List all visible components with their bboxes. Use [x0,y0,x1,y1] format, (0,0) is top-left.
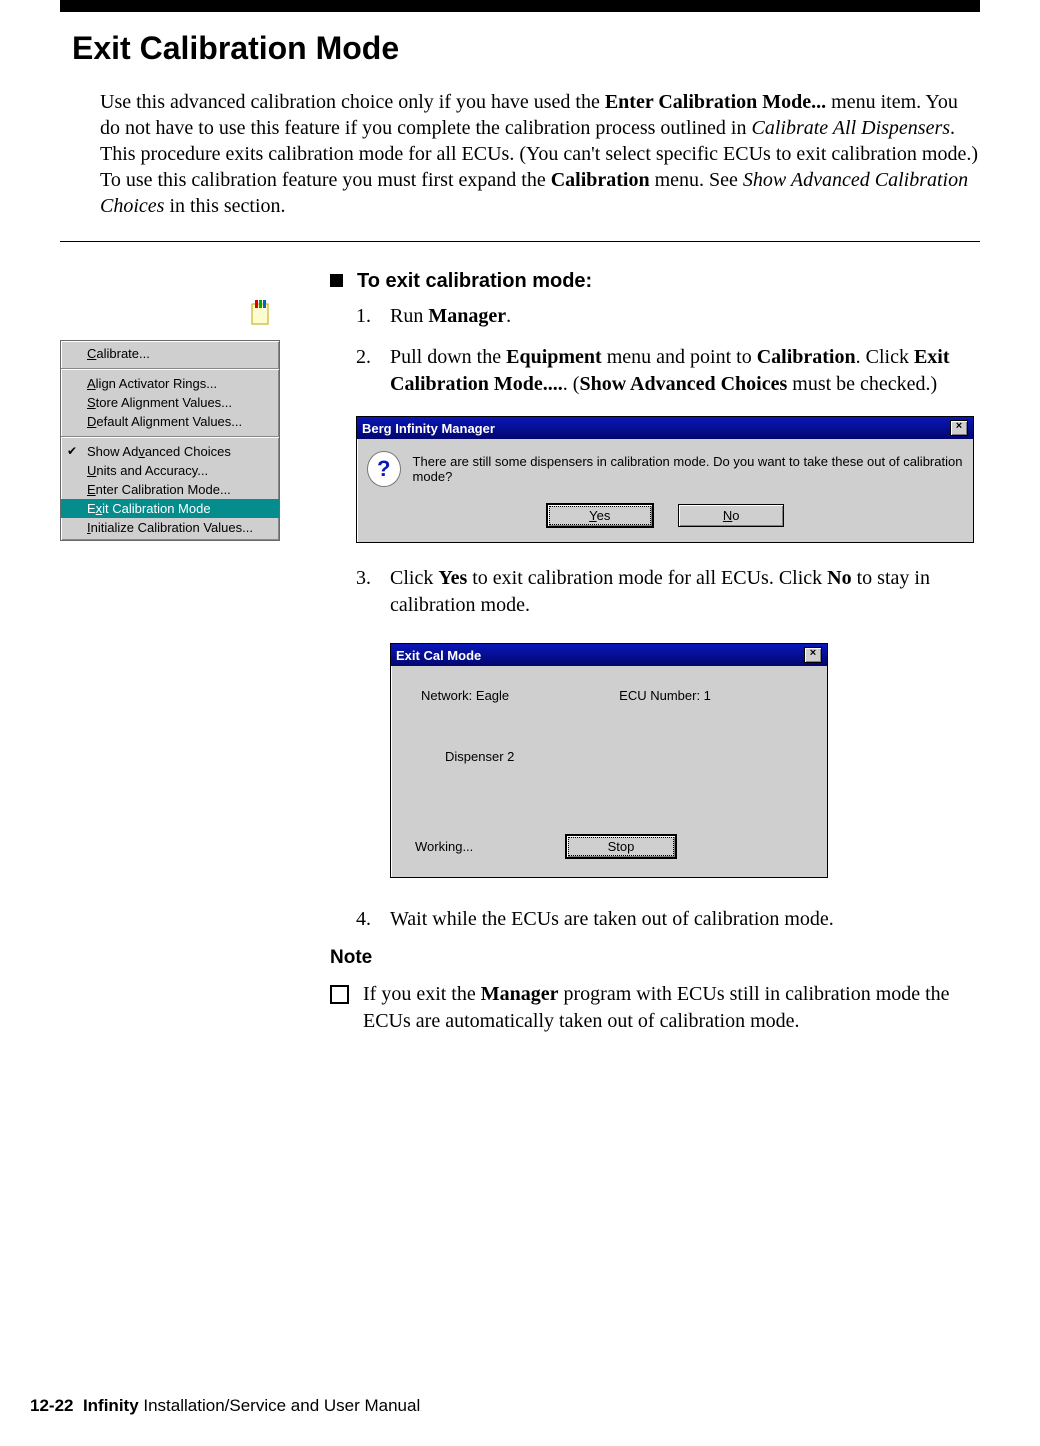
page-footer: 12-22 Infinity Installation/Service and … [30,1396,420,1416]
step-4: 4. Wait while the ECUs are taken out of … [356,906,980,933]
exit-cal-mode-dialog: Exit Cal Mode × Network: Eagle ECU Numbe… [390,643,828,878]
right-column: To exit calibration mode: 1. Run Manager… [330,270,980,1035]
dialog-message: There are still some dispensers in calib… [413,454,963,484]
check-icon: ✔ [67,444,77,458]
menu-item-initialize-calibration-values[interactable]: Initialize Calibration Values... [61,518,279,537]
step-3: 3. Click Yes to exit calibration mode fo… [356,565,980,619]
intro-text: menu. See [650,169,743,191]
step-number: 1. [356,303,376,330]
question-icon: ? [367,451,401,487]
calibration-menu: Calibrate... Align Activator Rings... St… [60,340,280,541]
dialog-title: Exit Cal Mode [396,648,481,663]
step-2: 2. Pull down the Equipment menu and poin… [356,344,980,398]
menu-item-store-alignment-values[interactable]: Store Alignment Values... [61,393,279,412]
stop-button[interactable]: Stop [565,834,677,859]
confirm-dialog: Berg Infinity Manager × ? There are stil… [356,416,974,543]
menu-item-units-and-accuracy[interactable]: Units and Accuracy... [61,461,279,480]
dispenser-label: Dispenser 2 [445,749,809,764]
procedure-heading: To exit calibration mode: [330,270,980,293]
close-button[interactable]: × [950,420,968,436]
intro-bold: Enter Calibration Mode... [605,91,826,113]
square-bullet-icon [330,274,343,287]
menu-item-enter-calibration-mode[interactable]: Enter Calibration Mode... [61,480,279,499]
intro-bold: Calibration [551,169,650,191]
procedure-heading-text: To exit calibration mode: [357,270,592,293]
step-number: 4. [356,906,376,933]
menu-item-default-alignment-values[interactable]: Default Alignment Values... [61,412,279,431]
step-number: 2. [356,344,376,371]
left-column: Calibrate... Align Activator Rings... St… [60,270,330,541]
network-label: Network: Eagle [421,688,509,703]
divider [60,241,980,242]
dialog-titlebar: Exit Cal Mode × [391,644,827,666]
note-heading: Note [330,947,980,969]
working-label: Working... [415,839,495,854]
checkbox-bullet-icon [330,985,349,1004]
yes-button[interactable]: Yes [546,503,654,528]
menu-item-align-activator-rings[interactable]: Align Activator Rings... [61,374,279,393]
step-1: 1. Run Manager. [356,303,980,330]
dialog-title: Berg Infinity Manager [362,421,495,436]
intro-paragraph: Use this advanced calibration choice onl… [100,89,980,219]
note-item: If you exit the Manager program with ECU… [330,981,980,1035]
dialog-titlebar: Berg Infinity Manager × [357,417,973,439]
intro-text: Use this advanced calibration choice onl… [100,91,605,113]
no-button[interactable]: No [678,504,784,527]
intro-text: in this section. [164,195,285,217]
menu-item-show-advanced-choices[interactable]: ✔Show Advanced Choices [61,442,279,461]
note-icon [250,300,272,326]
step-number: 3. [356,565,376,592]
intro-italic: Calibrate All Dispensers [751,117,950,139]
menu-item-exit-calibration-mode[interactable]: Exit Calibration Mode [61,499,279,518]
header-bar [60,0,980,12]
ecu-number-label: ECU Number: 1 [619,688,711,703]
menu-item-calibrate[interactable]: Calibrate... [61,344,279,363]
close-button[interactable]: × [804,647,822,663]
page-title: Exit Calibration Mode [72,30,980,67]
